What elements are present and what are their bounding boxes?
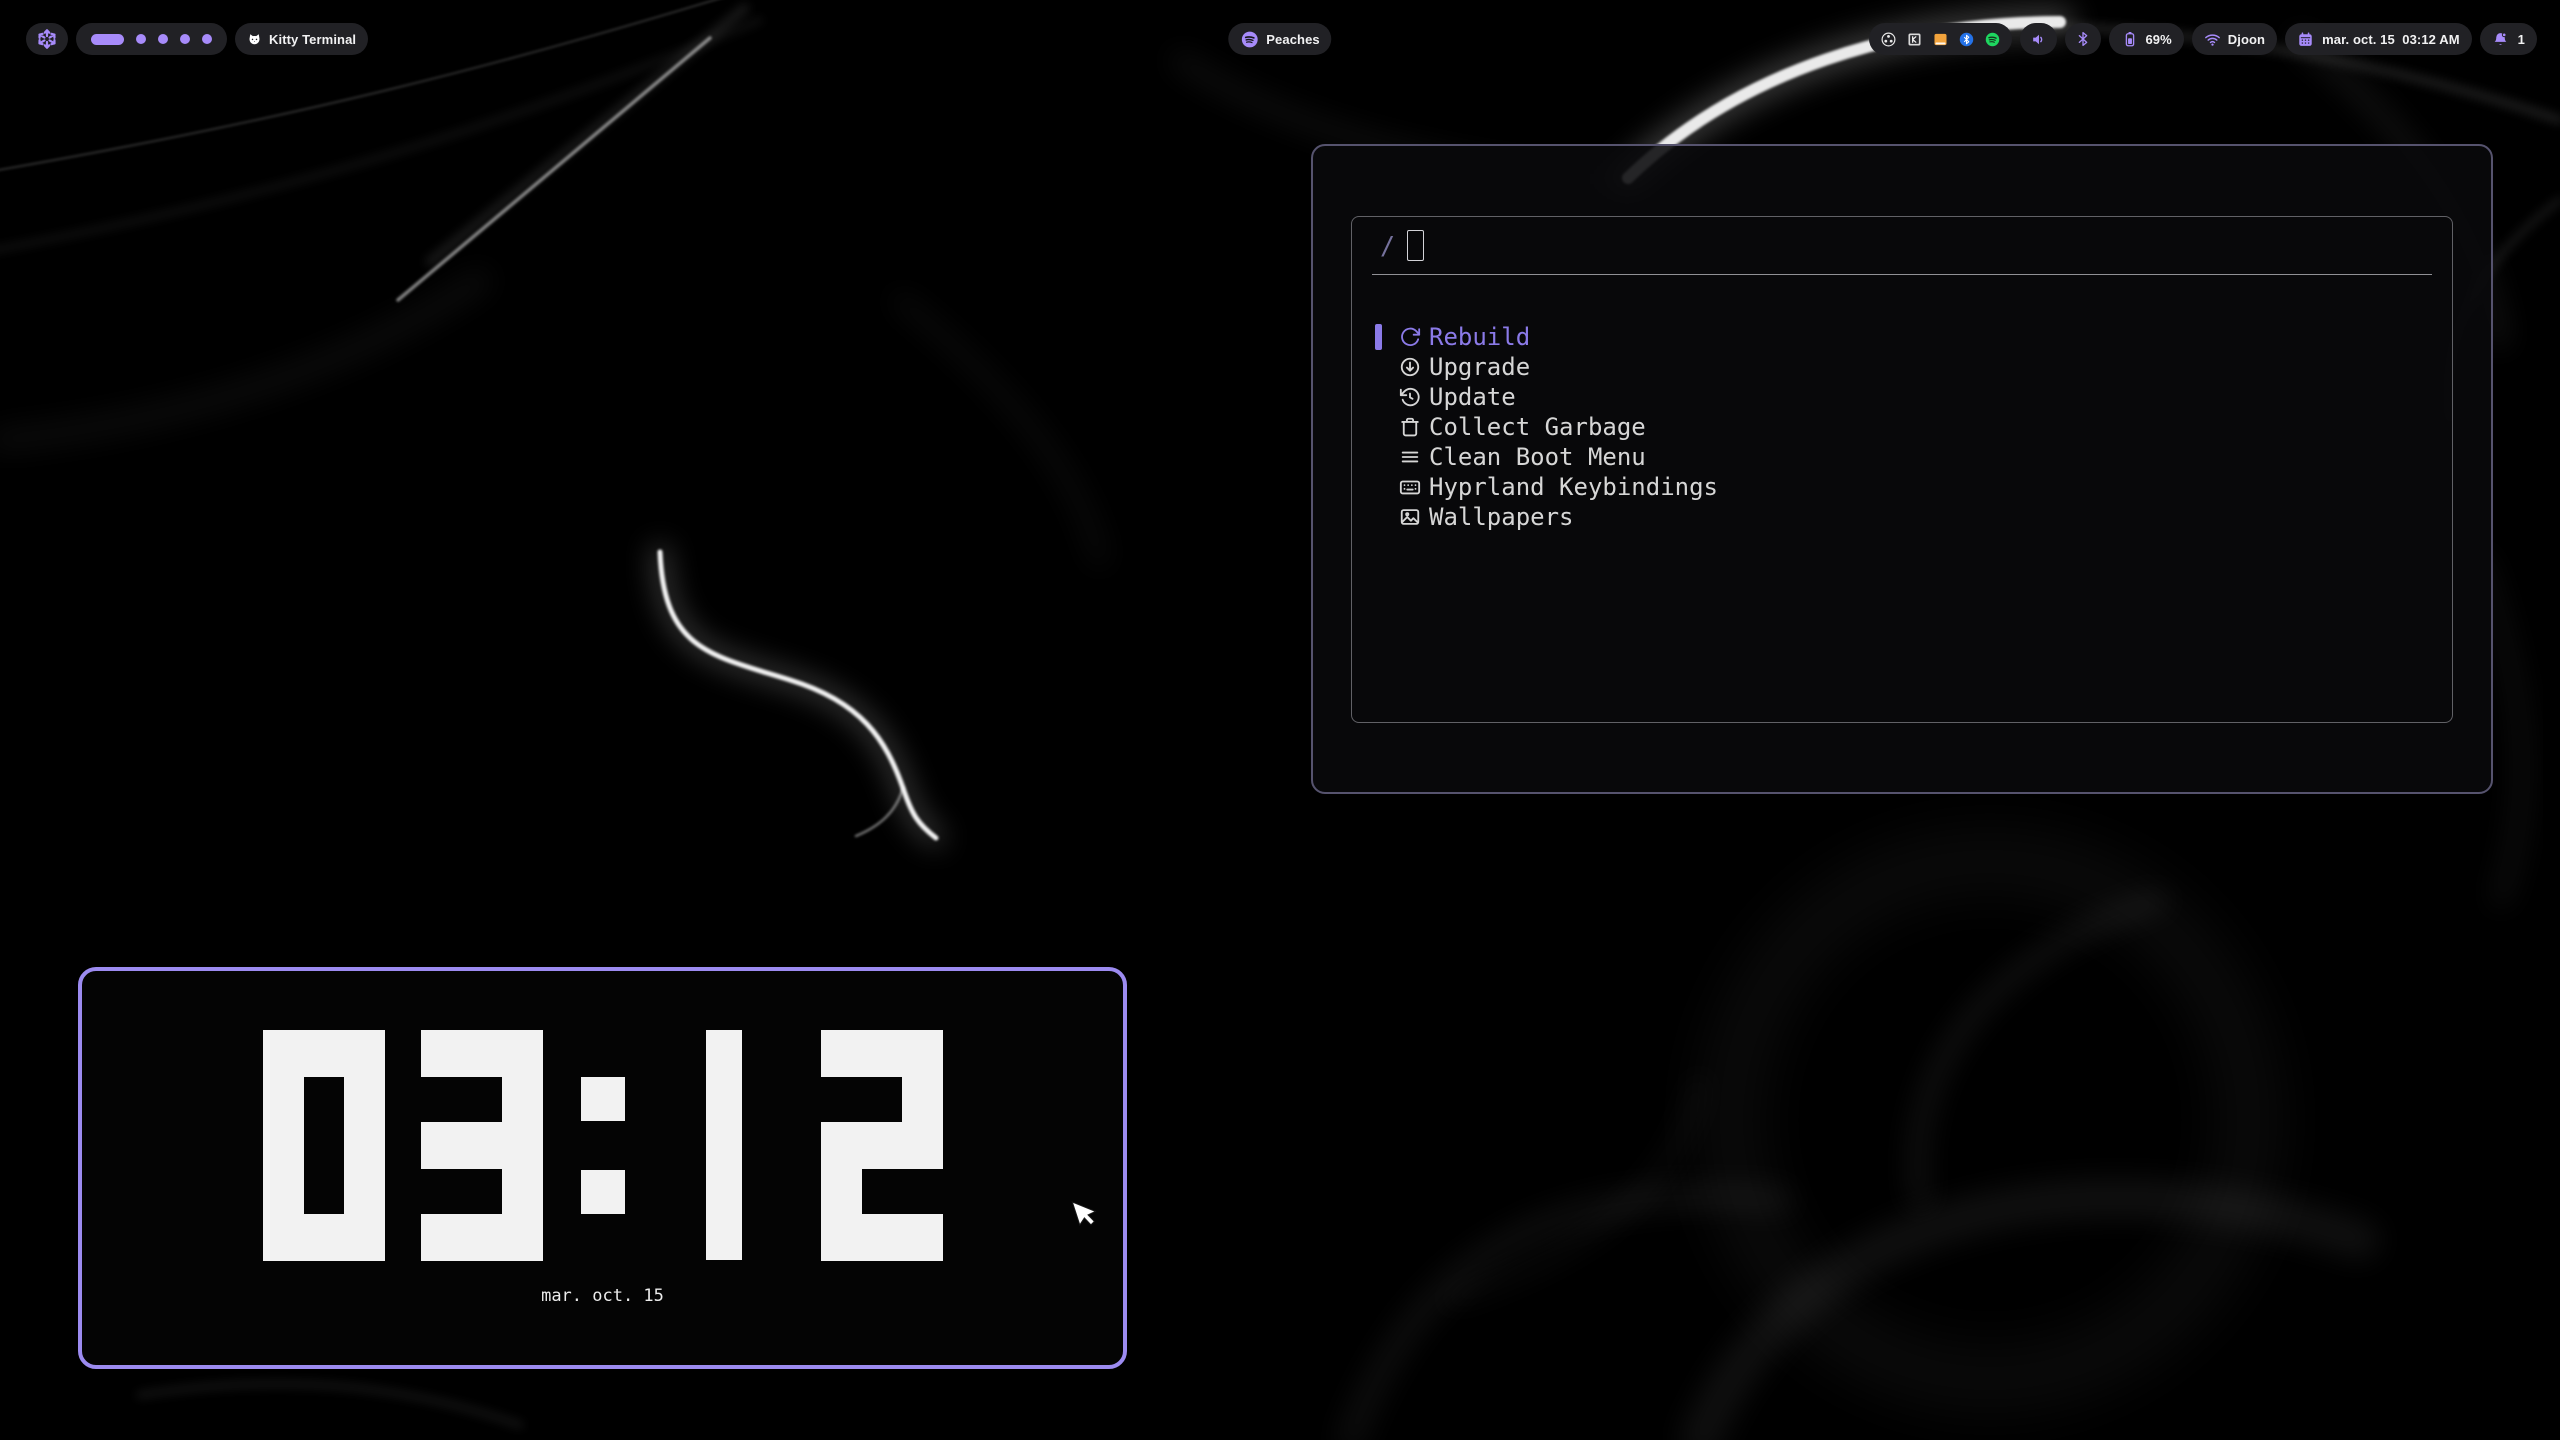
workspace-indicator-active[interactable] bbox=[91, 34, 124, 45]
clock-digit bbox=[821, 1030, 943, 1260]
calendar-icon bbox=[2297, 31, 2314, 48]
launcher-item-label: Clean Boot Menu bbox=[1429, 443, 1646, 471]
desktop: { "colors": { "accent": "#a78bfa", "laun… bbox=[0, 0, 2560, 1440]
search-separator bbox=[1372, 274, 2432, 275]
nix-snowflake-icon bbox=[36, 28, 58, 50]
battery-percent: 69% bbox=[2145, 32, 2171, 47]
trash-icon bbox=[1399, 416, 1421, 438]
launcher-item-label: Rebuild bbox=[1429, 323, 1530, 351]
top-bar-center: Peaches bbox=[1228, 23, 1331, 55]
cat-icon bbox=[247, 32, 262, 47]
clock-widget: mar. oct. 15 bbox=[78, 967, 1127, 1369]
top-bar-right: 69% Djoon bbox=[1869, 23, 2537, 55]
bluetooth-tray-icon[interactable] bbox=[1958, 31, 1975, 48]
launcher-search[interactable]: / bbox=[1352, 217, 2452, 274]
keepass-tray-icon[interactable] bbox=[1906, 31, 1923, 48]
top-bar-left: Kitty Terminal bbox=[26, 23, 368, 55]
now-playing-title: Peaches bbox=[1266, 32, 1319, 47]
workspace-dot[interactable] bbox=[136, 34, 146, 44]
clock-colon bbox=[579, 1030, 627, 1260]
keyboard-icon bbox=[1399, 476, 1421, 498]
list-icon bbox=[1399, 446, 1421, 468]
clock-digit bbox=[663, 1030, 785, 1260]
mouse-cursor bbox=[1069, 1200, 1099, 1239]
launcher-panel: / RebuildUpgradeUpdateCollect GarbageCle… bbox=[1351, 216, 2453, 723]
workspace-dot[interactable] bbox=[202, 34, 212, 44]
launcher-item-label: Upgrade bbox=[1429, 353, 1530, 381]
wifi-ssid: Djoon bbox=[2228, 32, 2265, 47]
workspaces-pill bbox=[76, 23, 227, 55]
bluetooth-icon bbox=[2075, 31, 2091, 47]
battery-pill[interactable]: 69% bbox=[2109, 23, 2183, 55]
launcher-item-wallpapers[interactable]: Wallpapers bbox=[1352, 502, 2452, 532]
launcher-item-rebuild[interactable]: Rebuild bbox=[1352, 322, 2452, 352]
wifi-icon bbox=[2204, 31, 2221, 48]
text-cursor bbox=[1407, 230, 1424, 261]
volume-button[interactable] bbox=[2020, 23, 2057, 55]
active-window-pill[interactable]: Kitty Terminal bbox=[235, 23, 368, 55]
clock-refresh-icon bbox=[1399, 386, 1421, 408]
network-pill[interactable]: Djoon bbox=[2192, 23, 2277, 55]
rotate-cw-icon bbox=[1399, 326, 1421, 348]
active-window-title: Kitty Terminal bbox=[269, 32, 356, 47]
launcher-item-collect-garbage[interactable]: Collect Garbage bbox=[1352, 412, 2452, 442]
workspace-dot[interactable] bbox=[180, 34, 190, 44]
battery-icon bbox=[2121, 30, 2139, 48]
system-tray bbox=[1869, 23, 2012, 55]
launcher-item-label: Collect Garbage bbox=[1429, 413, 1646, 441]
speaker-icon bbox=[2030, 31, 2047, 48]
clock-date: mar. oct. 15 bbox=[82, 1286, 1123, 1306]
launcher-item-clean-boot-menu[interactable]: Clean Boot Menu bbox=[1352, 442, 2452, 472]
clock-digit bbox=[421, 1030, 543, 1260]
now-playing-pill[interactable]: Peaches bbox=[1228, 23, 1331, 55]
selection-indicator bbox=[1375, 324, 1382, 350]
launcher-item-upgrade[interactable]: Upgrade bbox=[1352, 352, 2452, 382]
launcher-item-hyprland-keybindings[interactable]: Hyprland Keybindings bbox=[1352, 472, 2452, 502]
search-prompt: / bbox=[1380, 231, 1395, 260]
clock-pill[interactable]: mar. oct. 15 03:12 AM bbox=[2285, 23, 2472, 55]
launcher-list: RebuildUpgradeUpdateCollect GarbageClean… bbox=[1352, 322, 2452, 532]
spotify-icon bbox=[1240, 30, 1259, 49]
circle-arrow-down-icon bbox=[1399, 356, 1421, 378]
clock-time bbox=[263, 1030, 943, 1260]
notifications-pill[interactable]: 1 bbox=[2480, 23, 2537, 55]
image-icon bbox=[1399, 506, 1421, 528]
obs-tray-icon[interactable] bbox=[1880, 31, 1897, 48]
launcher-item-update[interactable]: Update bbox=[1352, 382, 2452, 412]
datetime-text: mar. oct. 15 03:12 AM bbox=[2322, 32, 2460, 47]
bluetooth-button[interactable] bbox=[2065, 23, 2101, 55]
launcher-window: / RebuildUpgradeUpdateCollect GarbageCle… bbox=[1311, 144, 2493, 794]
launcher-item-label: Update bbox=[1429, 383, 1516, 411]
launcher-item-label: Wallpapers bbox=[1429, 503, 1574, 531]
top-bar: Kitty Terminal Peaches bbox=[0, 23, 2560, 55]
clock-digit bbox=[263, 1030, 385, 1260]
nixos-menu-button[interactable] bbox=[26, 23, 68, 55]
bell-icon bbox=[2492, 31, 2509, 48]
files-tray-icon[interactable] bbox=[1932, 31, 1949, 48]
launcher-item-label: Hyprland Keybindings bbox=[1429, 473, 1718, 501]
workspace-dot[interactable] bbox=[158, 34, 168, 44]
spotify-tray-icon[interactable] bbox=[1984, 31, 2001, 48]
notification-count: 1 bbox=[2518, 32, 2525, 47]
